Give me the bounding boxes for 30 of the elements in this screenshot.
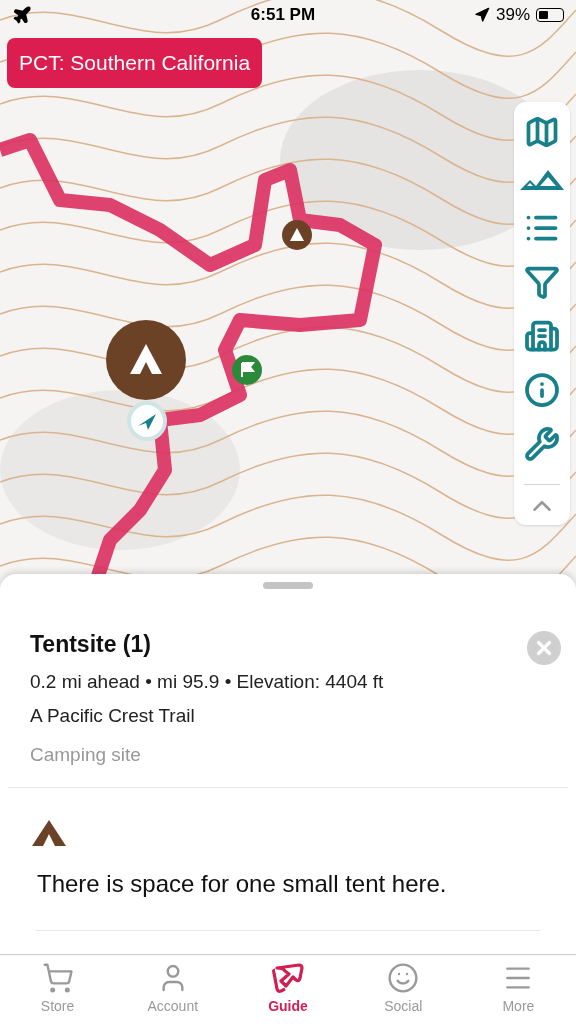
tab-button[interactable]: Store [0,955,116,1024]
trail-title-badge[interactable]: PCT: Southern California [7,38,263,88]
battery-percent: 39% [495,4,530,27]
building-icon[interactable] [524,318,560,354]
flag-marker-icon[interactable] [232,355,262,385]
location-marker-icon [126,400,168,442]
map-icon[interactable] [524,114,560,150]
status-time: 6:51 PM [250,4,316,27]
location-icon [473,7,490,23]
cart-icon [41,962,74,994]
mountains-icon[interactable] [520,168,564,192]
arrow-icon [271,962,305,994]
drag-handle[interactable] [263,582,313,589]
battery-icon [536,8,564,22]
wrench-icon[interactable] [524,426,560,462]
info-icon[interactable] [524,372,560,408]
trail-name: A Pacific Crest Trail [30,704,196,728]
tab-button[interactable]: Account [115,955,231,1024]
filter-icon[interactable] [524,264,560,300]
place-title: Tentsite (1) [30,630,152,659]
smile-icon [387,962,420,994]
tab-button[interactable]: Guide [230,955,346,1024]
place-description: There is space for one small tent here. [37,869,448,899]
tent-marker-icon[interactable] [282,220,312,250]
tab-button[interactable]: More [460,955,576,1024]
tent-icon [32,820,66,846]
place-category: Camping site [30,742,142,767]
place-meta: 0.2 mi ahead • mi 95.9 • Elevation: 4404 ft [30,669,384,694]
airplane-icon [12,5,32,25]
tab-button[interactable]: Social [345,955,461,1024]
